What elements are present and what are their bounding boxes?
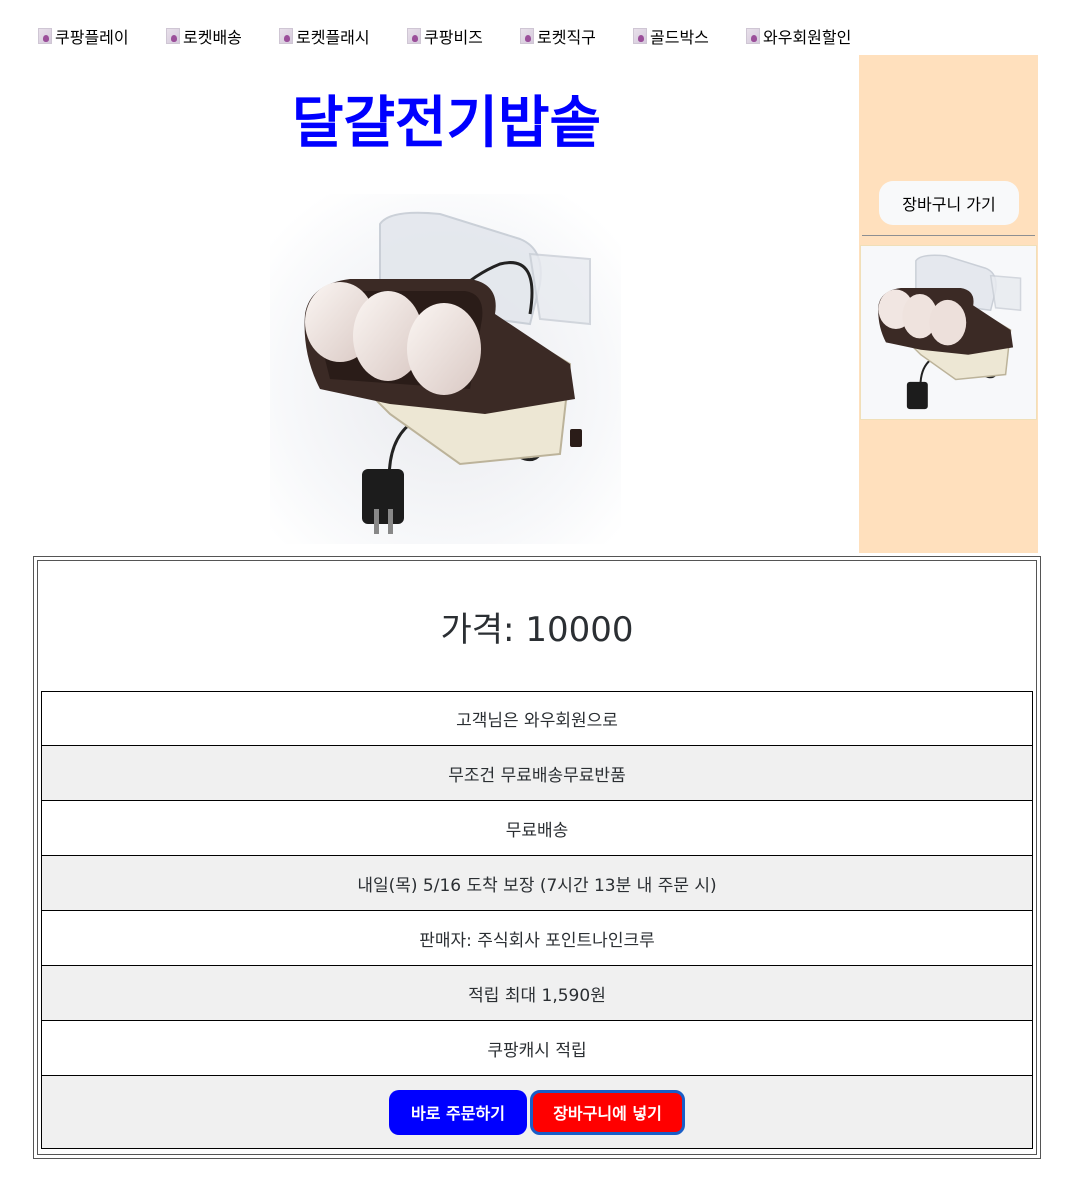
nav-item-label: 로켓플래시 (296, 28, 370, 47)
nav-item-label: 로켓직구 (537, 28, 596, 47)
nav-item-coupang-play[interactable]: 쿠팡플레이 (38, 24, 129, 48)
nav-item-rocket-direct[interactable]: 로켓직구 (520, 24, 596, 48)
table-row: 고객님은 와우회원으로 (41, 691, 1033, 746)
broken-image-icon (633, 28, 647, 44)
broken-image-icon (38, 28, 52, 44)
sidebar: 장바구니 가기 (859, 55, 1038, 553)
nav-item-label: 로켓배송 (183, 28, 242, 47)
action-row: 바로 주문하기 장바구니에 넣기 (41, 1076, 1033, 1149)
broken-image-icon (279, 28, 293, 44)
product-title: 달걀전기밥솥 (291, 91, 602, 156)
go-to-cart-button[interactable]: 장바구니 가기 (879, 181, 1019, 225)
price-row: 가격: 10000 (38, 561, 1036, 691)
detail-rows: 고객님은 와우회원으로 무조건 무료배송무료반품 무료배송 내일(목) 5/16… (41, 691, 1033, 1149)
product-info-table: 가격: 10000 고객님은 와우회원으로 무조건 무료배송무료반품 무료배송 … (33, 556, 1041, 1159)
broken-image-icon (407, 28, 421, 44)
table-row: 적립 최대 1,590원 (41, 966, 1033, 1021)
nav-item-label: 쿠팡플레이 (55, 28, 129, 47)
broken-image-icon (166, 28, 180, 44)
nav-item-label: 골드박스 (650, 28, 709, 47)
table-row: 무료배송 (41, 801, 1033, 856)
table-row: 쿠팡캐시 적립 (41, 1021, 1033, 1076)
nav-item-rocket-flash[interactable]: 로켓플래시 (279, 24, 370, 48)
nav-item-label: 와우회원할인 (763, 28, 852, 47)
nav-item-label: 쿠팡비즈 (424, 28, 483, 47)
product-price: 가격: 10000 (440, 609, 634, 650)
broken-image-icon (746, 28, 760, 44)
nav-item-coupang-biz[interactable]: 쿠팡비즈 (407, 24, 483, 48)
table-row: 무조건 무료배송무료반품 (41, 746, 1033, 801)
nav-item-wow-discount[interactable]: 와우회원할인 (746, 24, 851, 48)
buy-now-button[interactable]: 바로 주문하기 (389, 1089, 527, 1135)
add-to-cart-button[interactable]: 장바구니에 넣기 (530, 1089, 685, 1135)
sidebar-divider (862, 235, 1035, 236)
nav-item-rocket-delivery[interactable]: 로켓배송 (166, 24, 242, 48)
table-row: 판매자: 주식회사 포인트나인크루 (41, 911, 1033, 966)
nav-item-gold-box[interactable]: 골드박스 (633, 24, 709, 48)
product-image (270, 194, 621, 544)
table-row: 내일(목) 5/16 도착 보장 (7시간 13분 내 주문 시) (41, 856, 1033, 911)
product-thumbnail[interactable] (860, 245, 1037, 420)
broken-image-icon (520, 28, 534, 44)
